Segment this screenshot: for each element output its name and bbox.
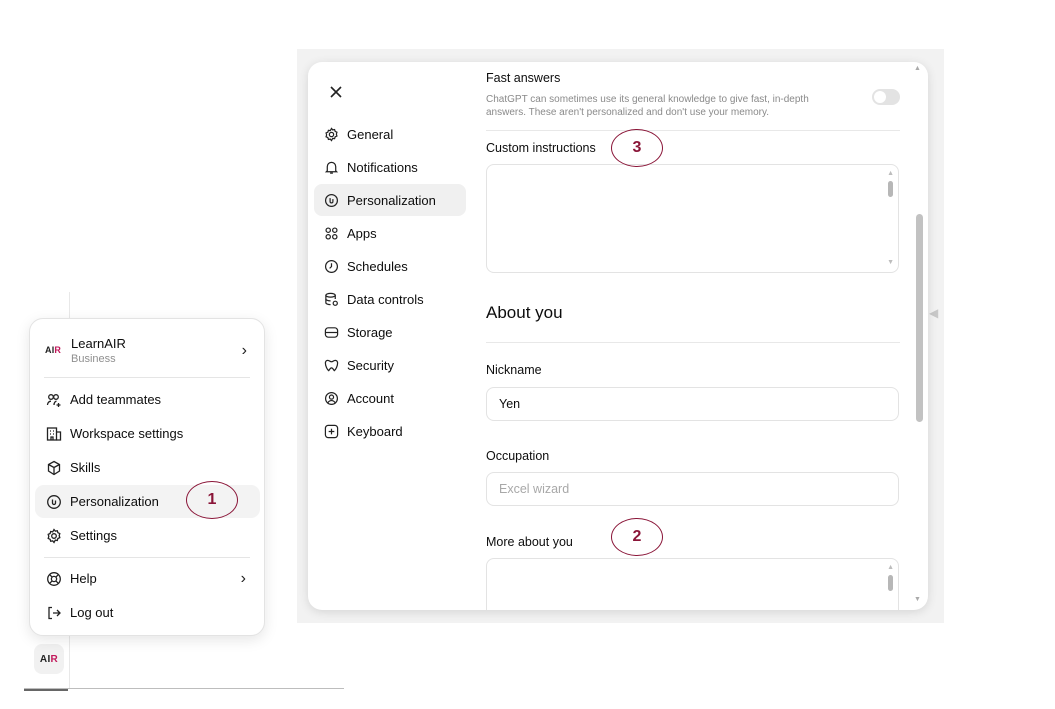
menu-divider bbox=[44, 557, 250, 558]
bell-icon bbox=[324, 160, 339, 175]
panel-scrollbar-thumb[interactable] bbox=[916, 214, 923, 422]
nav-item-data-controls[interactable]: Data controls bbox=[314, 283, 466, 315]
callout-2: 2 bbox=[611, 518, 663, 556]
personalization-panel: Fast answers ChatGPT can sometimes use i… bbox=[486, 62, 900, 610]
nav-item-storage[interactable]: Storage bbox=[314, 316, 466, 348]
nav-item-label: Storage bbox=[347, 324, 393, 340]
callout-3: 3 bbox=[611, 129, 663, 167]
menu-item-settings[interactable]: Settings bbox=[35, 519, 260, 552]
section-divider bbox=[486, 130, 900, 131]
workspace-avatar[interactable]: AI R bbox=[34, 644, 64, 674]
textarea-scrollbar-thumb[interactable] bbox=[888, 575, 893, 591]
nav-item-label: Keyboard bbox=[347, 423, 403, 439]
logo-text-b: R bbox=[54, 345, 62, 355]
nav-item-notifications[interactable]: Notifications bbox=[314, 151, 466, 183]
menu-item-label: Settings bbox=[70, 528, 117, 543]
nav-item-personalization[interactable]: Personalization bbox=[314, 184, 466, 216]
avatar-text-b: R bbox=[50, 653, 59, 665]
gear-icon bbox=[324, 126, 339, 142]
nav-item-general[interactable]: General bbox=[314, 118, 466, 150]
personalization-icon bbox=[46, 494, 62, 510]
gear-icon bbox=[46, 527, 62, 544]
nickname-input[interactable]: Yen bbox=[486, 387, 899, 421]
menu-item-label: Add teammates bbox=[70, 392, 162, 407]
about-you-title: About you bbox=[486, 303, 563, 322]
nav-item-label: General bbox=[347, 126, 394, 142]
nav-item-label: Security bbox=[347, 357, 394, 373]
scroll-up-icon[interactable]: ▲ bbox=[887, 564, 894, 571]
skills-icon bbox=[46, 460, 62, 476]
nav-item-account[interactable]: Account bbox=[314, 382, 466, 414]
menu-item-help[interactable]: Help › bbox=[35, 562, 260, 595]
apps-icon bbox=[324, 226, 339, 241]
logo-text-a: AI bbox=[45, 345, 55, 355]
menu-item-log-out[interactable]: Log out bbox=[35, 596, 260, 629]
logout-icon bbox=[46, 605, 62, 621]
custom-instructions-textarea[interactable]: ▲ ▼ bbox=[486, 164, 899, 273]
lifebuoy-icon bbox=[46, 571, 62, 587]
bottom-divider-accent bbox=[24, 689, 68, 691]
menu-item-add-teammates[interactable]: Add teammates bbox=[35, 383, 260, 416]
nav-item-keyboard[interactable]: Keyboard bbox=[314, 415, 466, 447]
occupation-input[interactable]: Excel wizard bbox=[486, 472, 899, 506]
workspace-icon bbox=[46, 426, 62, 442]
close-button[interactable] bbox=[324, 80, 348, 104]
personalization-icon bbox=[324, 193, 339, 208]
fast-answers-description: ChatGPT can sometimes use its general kn… bbox=[486, 94, 809, 118]
nav-item-label: Data controls bbox=[347, 291, 424, 307]
add-user-icon bbox=[46, 392, 62, 408]
close-icon bbox=[330, 86, 342, 98]
chevron-right-icon: › bbox=[240, 570, 246, 587]
workspace-logo: AIR bbox=[45, 345, 67, 355]
fast-answers-title: Fast answers bbox=[486, 71, 561, 85]
keyboard-icon bbox=[324, 424, 339, 439]
nav-item-schedules[interactable]: Schedules bbox=[314, 250, 466, 282]
custom-instructions-label: Custom instructions bbox=[486, 141, 596, 155]
menu-item-label: Help bbox=[70, 571, 97, 586]
avatar-text-a: AI bbox=[39, 653, 51, 665]
nav-item-label: Schedules bbox=[347, 258, 408, 274]
menu-item-label: Personalization bbox=[70, 494, 159, 509]
more-about-you-label: More about you bbox=[486, 535, 573, 549]
nav-item-label: Apps bbox=[347, 225, 377, 241]
scroll-up-icon[interactable]: ▲ bbox=[914, 65, 921, 72]
callout-1: 1 bbox=[186, 481, 238, 519]
scroll-up-icon[interactable]: ▲ bbox=[887, 170, 894, 177]
workspace-switcher[interactable]: AIR LearnAIR Business › bbox=[39, 329, 257, 371]
scroll-down-icon[interactable]: ▼ bbox=[887, 259, 894, 266]
chevron-right-icon: › bbox=[241, 342, 247, 359]
more-about-you-textarea[interactable]: ▲ bbox=[486, 558, 899, 610]
nav-item-apps[interactable]: Apps bbox=[314, 217, 466, 249]
scroll-down-icon[interactable]: ▼ bbox=[914, 596, 921, 603]
workspace-name: LearnAIR bbox=[71, 335, 126, 351]
menu-item-skills[interactable]: Skills bbox=[35, 451, 260, 484]
nav-item-label: Personalization bbox=[347, 192, 436, 208]
clock-icon bbox=[324, 259, 339, 274]
storage-icon bbox=[324, 325, 339, 340]
workspace-plan: Business bbox=[71, 352, 116, 365]
menu-divider bbox=[44, 377, 250, 378]
nav-item-label: Account bbox=[347, 390, 394, 406]
database-icon bbox=[324, 292, 339, 307]
fast-answers-toggle[interactable] bbox=[872, 89, 900, 105]
nickname-label: Nickname bbox=[486, 363, 542, 377]
menu-item-label: Workspace settings bbox=[70, 426, 184, 441]
menu-item-label: Log out bbox=[70, 605, 114, 620]
textarea-scrollbar-thumb[interactable] bbox=[888, 181, 893, 197]
menu-item-workspace-settings[interactable]: Workspace settings bbox=[35, 417, 260, 450]
section-divider bbox=[486, 342, 900, 343]
menu-item-label: Skills bbox=[70, 460, 101, 475]
security-icon bbox=[324, 358, 339, 373]
account-icon bbox=[324, 391, 339, 406]
bottom-divider bbox=[24, 688, 344, 689]
nav-item-security[interactable]: Security bbox=[314, 349, 466, 381]
occupation-label: Occupation bbox=[486, 449, 550, 463]
account-menu: AIR LearnAIR Business › Add teammates Wo… bbox=[29, 318, 265, 636]
nav-item-label: Notifications bbox=[347, 159, 418, 175]
background-arrow-icon: ◀ bbox=[929, 306, 939, 320]
